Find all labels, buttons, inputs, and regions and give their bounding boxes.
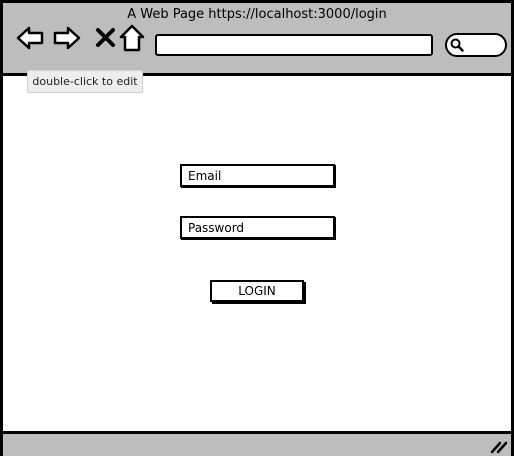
status-bar bbox=[3, 431, 511, 456]
email-field[interactable]: Email bbox=[180, 164, 335, 187]
login-button[interactable]: LOGIN bbox=[210, 280, 304, 302]
password-field-label: Password bbox=[188, 221, 245, 235]
address-bar[interactable] bbox=[155, 34, 433, 56]
home-icon[interactable] bbox=[117, 23, 147, 53]
email-field-label: Email bbox=[188, 169, 222, 183]
edit-tooltip: double-click to edit bbox=[27, 70, 143, 93]
resize-grip-icon[interactable] bbox=[490, 440, 508, 454]
forward-arrow-icon[interactable] bbox=[52, 23, 82, 53]
window-title: A Web Page https://localhost:3000/login bbox=[127, 7, 387, 22]
search-field[interactable] bbox=[445, 33, 507, 57]
back-arrow-icon[interactable] bbox=[15, 23, 45, 53]
search-icon bbox=[450, 38, 464, 52]
password-field[interactable]: Password bbox=[180, 216, 335, 239]
browser-window: A Web Page https://localhost:3000/login … bbox=[0, 0, 514, 456]
browser-toolbar: A Web Page https://localhost:3000/login bbox=[3, 3, 511, 76]
